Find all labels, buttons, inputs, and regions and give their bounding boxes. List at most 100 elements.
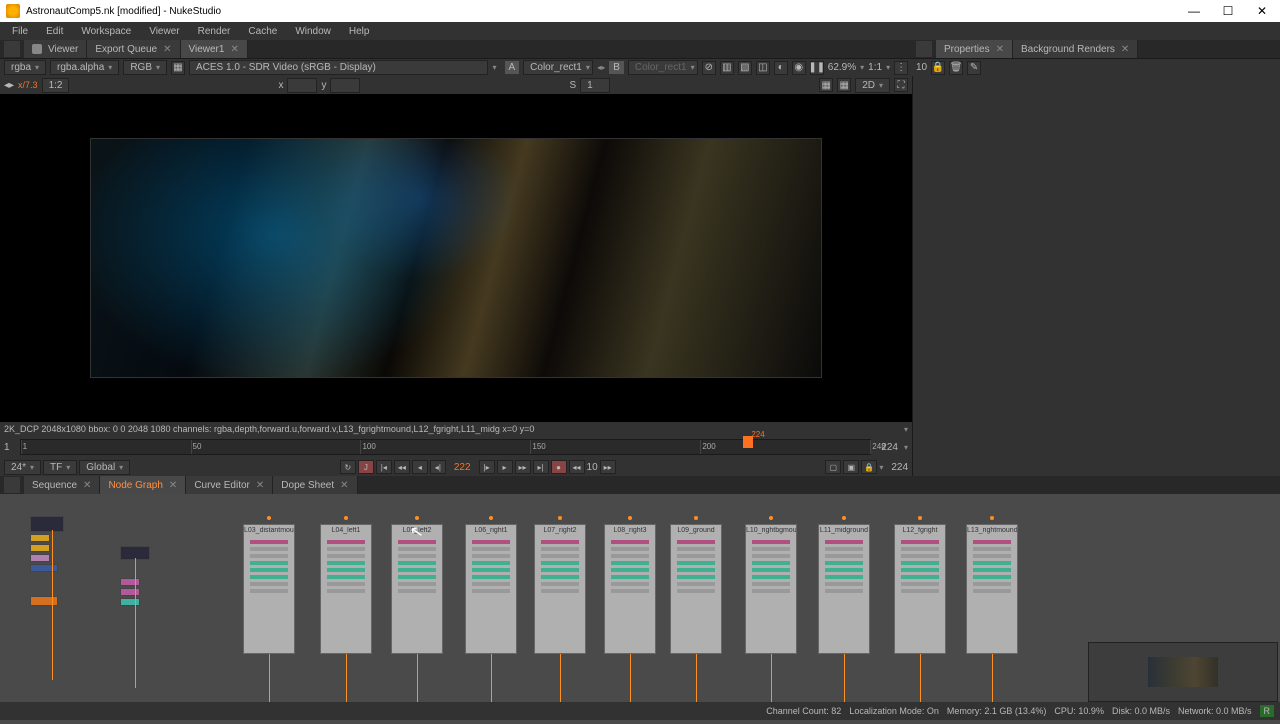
backdrop-node[interactable]: L04_left1 — [320, 524, 372, 654]
sub-node[interactable] — [825, 554, 863, 558]
exposure-value[interactable]: x/7.3 — [18, 80, 38, 90]
sub-node[interactable] — [327, 589, 365, 593]
node-op[interactable] — [120, 578, 140, 586]
backdrop-node[interactable]: L13_rightmound — [966, 524, 1018, 654]
next-key-button[interactable]: ▸▸ — [515, 460, 531, 474]
node-op[interactable] — [120, 588, 140, 596]
close-icon[interactable]: ✕ — [169, 480, 177, 491]
sub-node[interactable] — [677, 554, 715, 558]
sub-node[interactable] — [901, 547, 939, 551]
node-op[interactable] — [30, 564, 58, 572]
sub-node[interactable] — [398, 561, 436, 565]
current-frame[interactable]: 222 — [448, 462, 477, 473]
sub-node[interactable] — [901, 561, 939, 565]
sub-node[interactable] — [327, 554, 365, 558]
proxy-icon[interactable]: ◫ — [756, 61, 770, 75]
tab-background-renders[interactable]: Background Renders✕ — [1013, 40, 1138, 58]
sub-node[interactable] — [472, 554, 510, 558]
lock-icon[interactable]: 🔒 — [931, 61, 945, 75]
close-icon[interactable]: ✕ — [83, 480, 91, 491]
sub-node[interactable] — [611, 547, 649, 551]
grid-2-icon[interactable]: ▦ — [837, 78, 851, 92]
tab-viewer[interactable]: Viewer — [24, 40, 87, 58]
sub-node[interactable] — [250, 561, 288, 565]
sub-node[interactable] — [250, 540, 288, 544]
close-icon[interactable]: ✕ — [1121, 44, 1129, 55]
sub-node[interactable] — [901, 540, 939, 544]
sub-node[interactable] — [825, 582, 863, 586]
tab-viewer1[interactable]: Viewer1✕ — [181, 40, 248, 58]
node-read[interactable] — [30, 516, 64, 532]
sub-node[interactable] — [973, 554, 1011, 558]
sub-node[interactable] — [541, 582, 579, 586]
menu-render[interactable]: Render — [190, 24, 239, 39]
sub-node[interactable] — [250, 575, 288, 579]
channel-1-dropdown[interactable]: rgba▾ — [4, 60, 46, 75]
sub-node[interactable] — [250, 589, 288, 593]
grid-1-icon[interactable]: ▦ — [819, 78, 833, 92]
viewport[interactable] — [0, 94, 912, 422]
menu-cache[interactable]: Cache — [240, 24, 285, 39]
monitor2-icon[interactable]: ▣ — [843, 460, 859, 474]
sub-node[interactable] — [541, 575, 579, 579]
sub-node[interactable] — [901, 589, 939, 593]
node-op[interactable] — [30, 534, 50, 542]
mode-2d-dropdown[interactable]: 2D▾ — [855, 78, 890, 93]
colorspace-dropdown[interactable]: ACES 1.0 - SDR Video (sRGB - Display) — [189, 60, 489, 75]
node-op[interactable] — [30, 596, 58, 606]
step-fwd-button[interactable]: |▸ — [479, 460, 495, 474]
backdrop-node[interactable]: L03_distantmound — [243, 524, 295, 654]
b-buffer-label[interactable]: B — [609, 61, 624, 74]
tf-dropdown[interactable]: TF▾ — [43, 460, 77, 475]
x-input[interactable] — [287, 78, 317, 93]
sub-node[interactable] — [901, 554, 939, 558]
sub-node[interactable] — [677, 575, 715, 579]
tab-sequence[interactable]: Sequence✕ — [24, 476, 100, 494]
sub-node[interactable] — [901, 582, 939, 586]
panel-grip-icon[interactable] — [4, 477, 20, 493]
expand-icon[interactable]: ⛶ — [894, 78, 908, 92]
sub-node[interactable] — [677, 547, 715, 551]
a-buffer-label[interactable]: A — [505, 61, 520, 74]
sub-node[interactable] — [327, 547, 365, 551]
sub-node[interactable] — [327, 575, 365, 579]
backdrop-node[interactable]: L07_right2 — [534, 524, 586, 654]
maximize-button[interactable]: ☐ — [1216, 2, 1240, 20]
proxy-dropdown[interactable]: 1:2 — [42, 78, 70, 93]
sub-node[interactable] — [901, 568, 939, 572]
node-op[interactable] — [120, 598, 140, 606]
first-frame-button[interactable]: J — [358, 460, 374, 474]
sub-node[interactable] — [611, 575, 649, 579]
minimize-button[interactable]: — — [1182, 2, 1206, 20]
backdrop-node[interactable]: L05_left2 — [391, 524, 443, 654]
sub-node[interactable] — [541, 589, 579, 593]
roi-icon[interactable]: ▧ — [738, 61, 752, 75]
timeline-track[interactable]: 150100150200248224 — [20, 439, 872, 455]
scope-dropdown[interactable]: Global▾ — [79, 460, 130, 475]
fps-dropdown[interactable]: 24*▾ — [4, 460, 41, 475]
menu-window[interactable]: Window — [287, 24, 339, 39]
close-icon[interactable]: ✕ — [256, 480, 264, 491]
sub-node[interactable] — [825, 547, 863, 551]
sub-node[interactable] — [472, 547, 510, 551]
tab-export-queue[interactable]: Export Queue✕ — [87, 40, 180, 58]
backdrop-node[interactable]: L10_rightbgmound — [745, 524, 797, 654]
sub-node[interactable] — [973, 589, 1011, 593]
monitor-icon[interactable]: ▢ — [825, 460, 841, 474]
sub-node[interactable] — [398, 589, 436, 593]
channel-rgb-dropdown[interactable]: RGB▾ — [123, 60, 167, 75]
minimap[interactable] — [1088, 642, 1278, 702]
play-button[interactable]: ▸ — [497, 460, 513, 474]
sub-node[interactable] — [398, 582, 436, 586]
sub-node[interactable] — [541, 547, 579, 551]
sub-node[interactable] — [752, 575, 790, 579]
sub-node[interactable] — [611, 554, 649, 558]
sub-node[interactable] — [752, 568, 790, 572]
panel-grip-icon[interactable] — [4, 41, 20, 57]
sub-node[interactable] — [752, 547, 790, 551]
sub-node[interactable] — [825, 589, 863, 593]
sub-node[interactable] — [752, 589, 790, 593]
backdrop-node[interactable]: L06_right1 — [465, 524, 517, 654]
loop-icon[interactable]: ↻ — [340, 460, 356, 474]
close-icon[interactable]: ✕ — [163, 44, 171, 55]
